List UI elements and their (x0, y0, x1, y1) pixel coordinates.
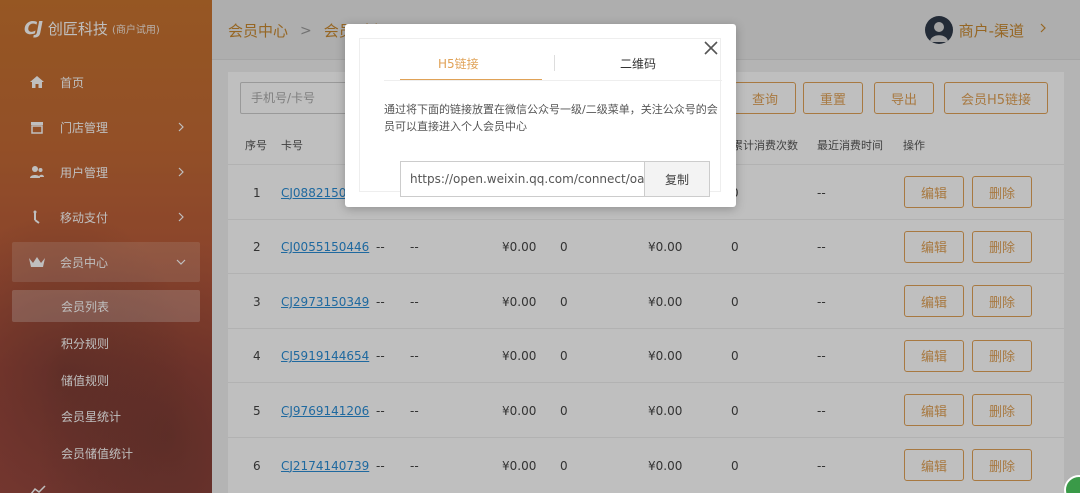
tab-h5-link[interactable]: H5链接 (438, 55, 479, 72)
close-icon[interactable] (703, 40, 719, 56)
modal-description: 通过将下面的链接放置在微信公众号一级/二级菜单，关注公众号的会员可以直接进入个人… (384, 103, 718, 133)
tab-baseline (384, 80, 722, 81)
tab-qr-code[interactable]: 二维码 (620, 55, 656, 72)
tab-divider (554, 55, 555, 71)
h5-link-modal: H5链接 二维码 通过将下面的链接放置在微信公众号一级/二级菜单，关注公众号的会… (345, 24, 736, 207)
h5-link-field[interactable]: https://open.weixin.qq.com/connect/oau (400, 161, 646, 197)
modal-body: H5链接 二维码 通过将下面的链接放置在微信公众号一级/二级菜单，关注公众号的会… (359, 38, 722, 197)
copy-button[interactable]: 复制 (644, 161, 710, 197)
